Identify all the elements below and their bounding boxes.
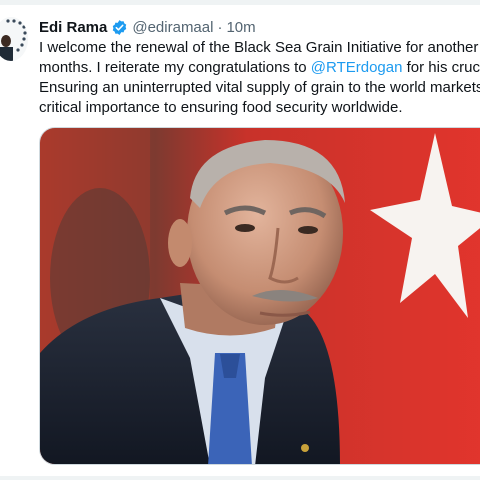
tweet-text-segment: I welcome the renewal of the Black Sea G… bbox=[39, 39, 480, 56]
tweet-header: Edi Rama @ediramaal · 10m bbox=[39, 17, 256, 37]
photo-image bbox=[40, 128, 480, 464]
tweet-text-line: Ensuring an uninterrupted vital supply o… bbox=[39, 78, 480, 98]
top-divider bbox=[0, 0, 480, 5]
tweet-text-segment: critical importance to ensuring food sec… bbox=[39, 99, 403, 116]
tweet-text: I welcome the renewal of the Black Sea G… bbox=[39, 38, 480, 118]
verified-badge-icon bbox=[111, 19, 128, 36]
tweet-text-segment: months. I reiterate my congratulations t… bbox=[39, 59, 311, 76]
tweet-text-segment: for his crucial bbox=[406, 59, 480, 76]
bottom-divider bbox=[0, 476, 480, 480]
tweet-text-line: I welcome the renewal of the Black Sea G… bbox=[39, 38, 480, 58]
tweet-text-segment: Ensuring an uninterrupted vital supply o… bbox=[39, 79, 480, 96]
author-name[interactable]: Edi Rama bbox=[39, 19, 107, 36]
tweet-text-line: critical importance to ensuring food sec… bbox=[39, 98, 480, 118]
tweet-photo[interactable] bbox=[39, 127, 480, 465]
profile-avatar-icon bbox=[0, 17, 28, 61]
tweet-timestamp[interactable]: 10m bbox=[226, 19, 255, 36]
tweet-text-line: months. I reiterate my congratulations t… bbox=[39, 58, 480, 78]
header-separator: · bbox=[217, 18, 223, 36]
mention-link[interactable]: @RTErdogan bbox=[311, 59, 403, 76]
profile-avatar[interactable] bbox=[0, 17, 28, 61]
author-handle[interactable]: @ediramaal bbox=[132, 19, 213, 36]
